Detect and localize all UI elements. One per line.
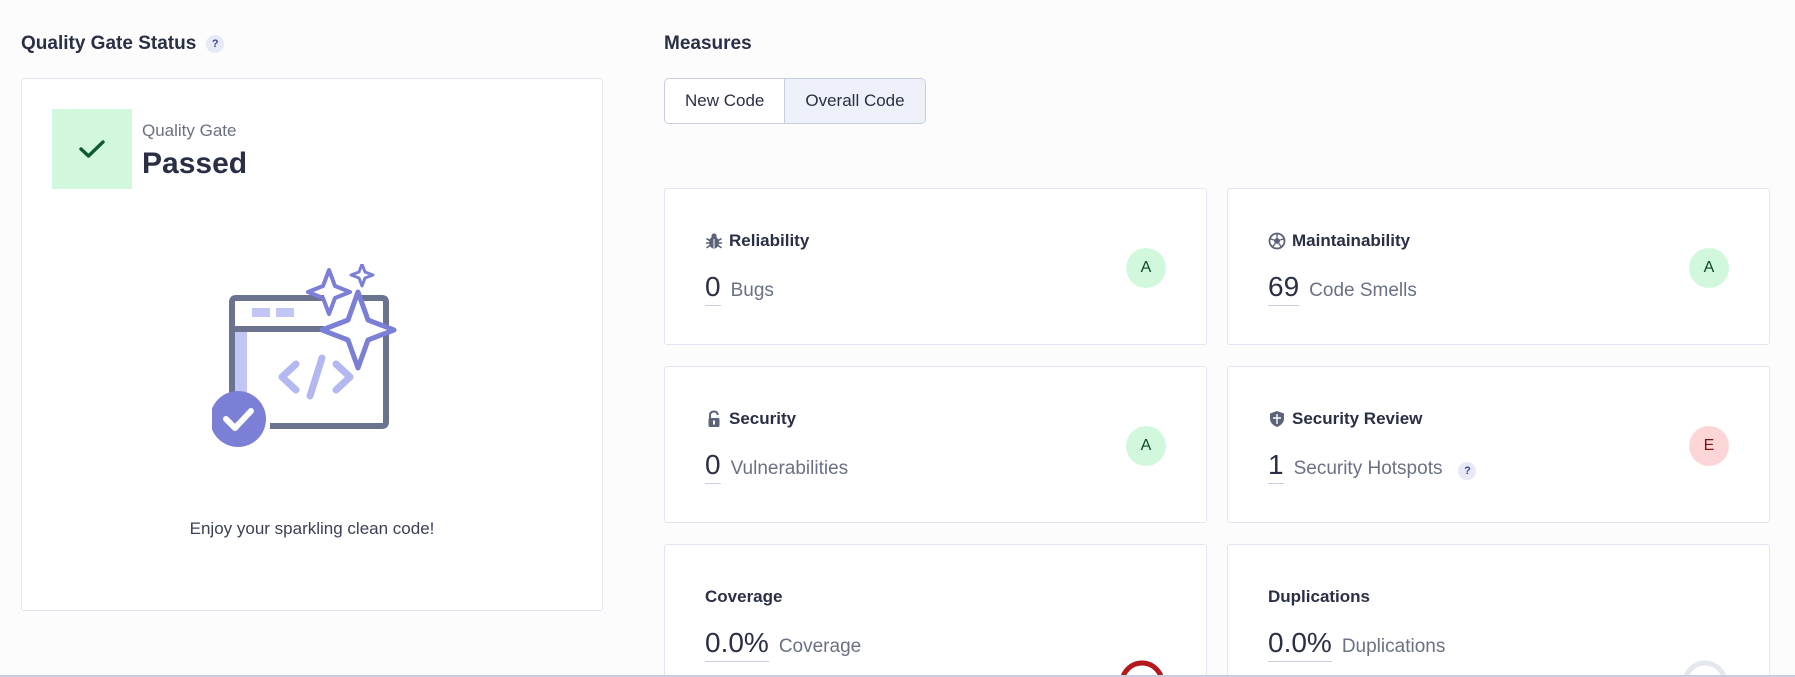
measure-name: Coverage	[705, 587, 783, 606]
quality-gate-label: Quality Gate	[142, 121, 237, 140]
soccer-ball-icon	[1268, 232, 1286, 250]
code-scope-toggle: New Code Overall Code	[664, 78, 926, 124]
quality-gate-title: Quality Gate Status ?	[21, 33, 225, 55]
bug-icon	[705, 232, 723, 250]
bugs-count[interactable]: 0	[705, 271, 721, 306]
maintainability-rating[interactable]: A	[1689, 248, 1729, 288]
reliability-rating[interactable]: A	[1126, 248, 1166, 288]
measure-unit: Bugs	[730, 280, 774, 301]
measure-unit: Vulnerabilities	[730, 458, 849, 479]
security-rating[interactable]: A	[1126, 426, 1166, 466]
vulnerabilities-count[interactable]: 0	[705, 449, 721, 484]
coverage-value[interactable]: 0.0%	[705, 627, 769, 662]
measure-unit: Code Smells	[1309, 280, 1417, 301]
measure-name: Maintainability	[1292, 231, 1411, 250]
measure-line: 0.0% Duplications	[1268, 627, 1445, 662]
measure-line: 1 Security Hotspots ?	[1268, 449, 1477, 484]
measure-name: Security Review	[1292, 409, 1423, 428]
sparkling-code-illustration	[210, 262, 412, 449]
tab-new-code[interactable]: New Code	[665, 79, 784, 123]
measure-header: Coverage	[705, 587, 782, 607]
measure-name: Reliability	[729, 231, 810, 250]
measure-header: Maintainability	[1268, 231, 1410, 251]
quality-gate-title-text: Quality Gate Status	[21, 33, 197, 54]
duplications-card: Duplications 0.0% Duplications	[1227, 544, 1770, 677]
measure-line: 69 Code Smells	[1268, 271, 1417, 306]
lock-icon	[705, 410, 723, 428]
security-hotspots-count[interactable]: 1	[1268, 449, 1284, 484]
maintainability-card: Maintainability 69 Code Smells A	[1227, 188, 1770, 345]
code-smells-count[interactable]: 69	[1268, 271, 1300, 306]
measures-title: Measures	[664, 33, 752, 54]
measure-header: Duplications	[1268, 587, 1370, 607]
measure-line: 0.0% Coverage	[705, 627, 861, 662]
tab-overall-code[interactable]: Overall Code	[784, 79, 925, 123]
measure-unit: Security Hotspots	[1293, 458, 1443, 479]
coverage-card: Coverage 0.0% Coverage	[664, 544, 1207, 677]
help-icon[interactable]: ?	[1458, 462, 1477, 480]
security-review-card: Security Review 1 Security Hotspots ? E	[1227, 366, 1770, 523]
duplications-value[interactable]: 0.0%	[1268, 627, 1332, 662]
measure-unit: Duplications	[1341, 636, 1446, 657]
shield-icon	[1268, 410, 1286, 428]
measure-name: Security	[729, 409, 797, 428]
project-overview: Quality Gate Status ? Quality Gate Passe…	[0, 0, 1795, 677]
help-icon[interactable]: ?	[206, 35, 225, 53]
quality-gate-status: Passed	[142, 147, 248, 180]
reliability-card: Reliability 0 Bugs A	[664, 188, 1207, 345]
measure-header: Security	[705, 409, 796, 429]
measure-name: Duplications	[1268, 587, 1371, 606]
quality-gate-card: Quality Gate Passed Enjoy your sparkling…	[21, 78, 603, 611]
check-icon	[52, 109, 132, 189]
measure-line: 0 Vulnerabilities	[705, 449, 848, 484]
measure-header: Reliability	[705, 231, 809, 251]
quality-gate-message: Enjoy your sparkling clean code!	[189, 519, 435, 538]
measure-line: 0 Bugs	[705, 271, 774, 306]
measure-unit: Coverage	[778, 636, 862, 657]
security-card: Security 0 Vulnerabilities A	[664, 366, 1207, 523]
security-review-rating[interactable]: E	[1689, 426, 1729, 466]
measure-header: Security Review	[1268, 409, 1422, 429]
